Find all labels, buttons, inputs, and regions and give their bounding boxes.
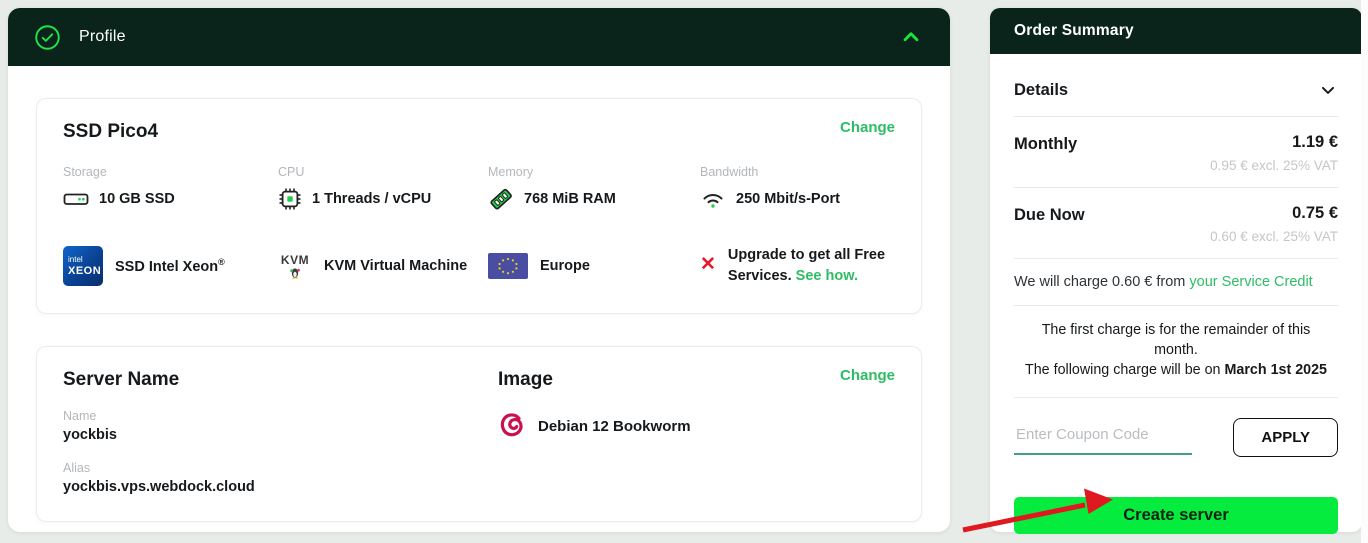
plan-change-link[interactable]: Change — [840, 119, 895, 136]
feature-location: Europe — [488, 253, 700, 279]
due-now-price-excl-vat: 0.60 € excl. 25% VAT — [1210, 229, 1338, 244]
spec-storage-value: 10 GB SSD — [99, 191, 175, 207]
feature-intel-xeon: intel XEON SSD Intel Xeon® — [63, 246, 278, 286]
monthly-price-row: Monthly 1.19 € 0.95 € excl. 25% VAT — [1014, 117, 1338, 188]
details-label: Details — [1014, 81, 1068, 100]
monthly-price: 1.19 € — [1210, 133, 1338, 152]
details-toggle[interactable]: Details — [1014, 60, 1338, 117]
collapse-chevron-up-icon[interactable] — [898, 24, 924, 50]
coupon-row: APPLY — [1014, 418, 1338, 457]
server-name-column: Server Name Name yockbis Alias yockbis.v… — [63, 369, 498, 495]
monthly-price-excl-vat: 0.95 € excl. 25% VAT — [1210, 158, 1338, 173]
image-title: Image — [498, 369, 895, 391]
first-charge-date: March 1st 2025 — [1224, 362, 1327, 378]
feature-location-label: Europe — [540, 258, 590, 274]
plan-spec-grid: Storage 10 GB SSD CPU — [63, 165, 895, 211]
spec-memory: Memory 768 — [488, 165, 700, 211]
due-now-label: Due Now — [1014, 204, 1085, 244]
spec-memory-label: Memory — [488, 165, 700, 179]
feature-kvm-label: KVM Virtual Machine — [324, 258, 467, 274]
spec-bandwidth-label: Bandwidth — [700, 165, 895, 179]
cpu-chip-icon — [278, 187, 302, 211]
upgrade-text: Upgrade to get all Free Services. See ho… — [728, 245, 895, 287]
kvm-logo-icon: KVM — [278, 253, 312, 279]
due-now-price-row: Due Now 0.75 € 0.60 € excl. 25% VAT — [1014, 188, 1338, 259]
red-x-icon: ✕ — [700, 255, 716, 274]
plan-card: SSD Pico4 Change Storage 10 GB SSD — [36, 98, 922, 314]
intel-xeon-badge-icon: intel XEON — [63, 246, 103, 286]
image-column: Image Debian 12 Bookworm — [498, 369, 895, 495]
plan-feature-grid: intel XEON SSD Intel Xeon® KVM — [63, 245, 895, 287]
server-alias-label: Alias — [63, 461, 498, 475]
debian-logo-icon — [498, 411, 526, 441]
see-how-link[interactable]: See how. — [796, 268, 858, 284]
server-change-link[interactable]: Change — [840, 367, 895, 384]
profile-panel: Profile SSD Pico4 Change Storage — [8, 8, 950, 532]
eu-flag-icon — [488, 253, 528, 279]
server-name-value: yockbis — [63, 427, 498, 443]
ssd-drive-icon — [63, 187, 89, 211]
spec-memory-value: 768 MiB RAM — [524, 191, 616, 207]
kvm-letters: KVM — [281, 253, 309, 267]
intel-badge-line1: intel — [68, 256, 103, 264]
feature-intel-xeon-label: SSD Intel Xeon® — [115, 257, 225, 275]
server-alias-value: yockbis.vps.webdock.cloud — [63, 479, 498, 495]
spec-cpu-label: CPU — [278, 165, 488, 179]
ram-stick-icon — [488, 187, 514, 211]
service-credit-note-text: We will charge 0.60 € from — [1014, 274, 1185, 290]
due-now-price: 0.75 € — [1210, 204, 1338, 223]
spec-storage-label: Storage — [63, 165, 278, 179]
feature-kvm: KVM KVM Virtual Machine — [278, 253, 488, 279]
order-summary-title: Order Summary — [1014, 22, 1134, 40]
intel-badge-line2: XEON — [68, 266, 103, 277]
spec-bandwidth-value: 250 Mbit/s-Port — [736, 191, 840, 207]
chevron-down-icon — [1318, 80, 1338, 100]
check-circle-icon — [34, 24, 61, 51]
spec-cpu-value: 1 Threads / vCPU — [312, 191, 431, 207]
profile-section-title: Profile — [79, 28, 126, 46]
wifi-icon — [700, 187, 726, 211]
first-charge-line1: The first charge is for the remainder of… — [1042, 322, 1311, 358]
feature-upgrade: ✕ Upgrade to get all Free Services. See … — [700, 245, 895, 287]
coupon-code-input[interactable] — [1014, 418, 1192, 455]
apply-coupon-button[interactable]: APPLY — [1233, 418, 1338, 457]
order-summary-header: Order Summary — [990, 8, 1362, 54]
first-charge-line2: The following charge will be on — [1025, 362, 1221, 378]
server-name-card: Change Server Name Name yockbis Alias yo… — [36, 346, 922, 522]
spec-bandwidth: Bandwidth 250 Mbit/s-Port — [700, 165, 895, 211]
server-name-title: Server Name — [63, 369, 498, 391]
kvm-penguin-glyph — [287, 267, 303, 279]
first-charge-note: The first charge is for the remainder of… — [1014, 306, 1338, 398]
monthly-label: Monthly — [1014, 133, 1077, 173]
server-name-label: Name — [63, 409, 498, 423]
service-credit-note: We will charge 0.60 € from your Service … — [1014, 259, 1338, 306]
create-server-button[interactable]: Create server — [1014, 497, 1338, 534]
profile-header[interactable]: Profile — [8, 8, 950, 66]
order-summary-panel: Order Summary Details Monthly 1.19 € 0.9… — [990, 8, 1362, 532]
spec-storage: Storage 10 GB SSD — [63, 165, 278, 211]
spec-cpu: CPU — [278, 165, 488, 211]
service-credit-link[interactable]: your Service Credit — [1189, 274, 1312, 290]
image-value: Debian 12 Bookworm — [538, 418, 691, 435]
plan-name: SSD Pico4 — [63, 121, 895, 143]
right-edge-scrollbar-track[interactable] — [1361, 0, 1368, 543]
